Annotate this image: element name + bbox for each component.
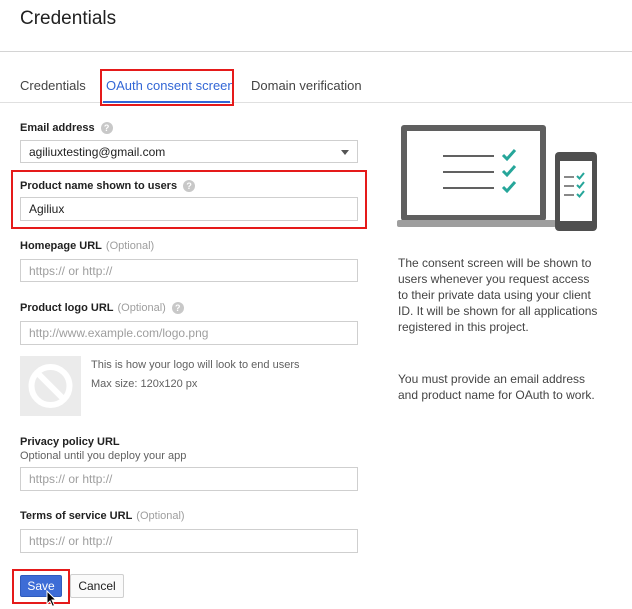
mouse-pointer-icon bbox=[46, 590, 58, 608]
tabs-divider bbox=[0, 102, 632, 103]
consent-screen-illustration bbox=[397, 125, 597, 231]
help-circle-icon[interactable]: ? bbox=[171, 302, 184, 315]
tab-highlight-box bbox=[100, 69, 234, 106]
logo-url-placeholder: http://www.example.com/logo.png bbox=[29, 326, 209, 340]
privacy-placeholder: https:// or http:// bbox=[29, 472, 113, 486]
title-divider bbox=[0, 51, 632, 52]
tab-domain-verification[interactable]: Domain verification bbox=[251, 78, 362, 93]
logo-url-label: Product logo URL (Optional)? bbox=[20, 302, 184, 315]
logo-max-size: Max size: 120x120 px bbox=[91, 378, 198, 390]
email-select[interactable]: agiliuxtesting@gmail.com bbox=[20, 140, 358, 163]
no-image-icon bbox=[28, 364, 73, 408]
tab-credentials[interactable]: Credentials bbox=[20, 78, 86, 93]
logo-preview bbox=[20, 356, 81, 416]
product-name-input[interactable]: Agiliux bbox=[20, 197, 358, 221]
page-title: Credentials bbox=[20, 8, 117, 29]
terms-placeholder: https:// or http:// bbox=[29, 534, 113, 548]
homepage-placeholder: https:// or http:// bbox=[29, 263, 113, 278]
logo-url-label-text: Product logo URL bbox=[20, 302, 114, 314]
homepage-label-text: Homepage URL bbox=[20, 240, 102, 252]
privacy-input[interactable]: https:// or http:// bbox=[20, 467, 358, 491]
terms-label-text: Terms of service URL bbox=[20, 510, 133, 522]
product-name-label-text: Product name shown to users bbox=[20, 180, 178, 192]
help-circle-icon[interactable]: ? bbox=[183, 180, 196, 193]
consent-info-paragraph: The consent screen will be shown to user… bbox=[398, 256, 598, 334]
help-circle-icon[interactable]: ? bbox=[100, 122, 113, 135]
logo-preview-text: This is how your logo will look to end u… bbox=[91, 359, 300, 371]
chevron-down-icon bbox=[341, 150, 349, 155]
product-name-label: Product name shown to users? bbox=[20, 180, 196, 193]
homepage-input[interactable]: https:// or http:// bbox=[20, 259, 358, 282]
terms-optional-note: (Optional) bbox=[136, 510, 185, 522]
email-label-text: Email address bbox=[20, 122, 95, 134]
email-label: Email address? bbox=[20, 122, 113, 135]
terms-input[interactable]: https:// or http:// bbox=[20, 529, 358, 553]
privacy-hint: Optional until you deploy your app bbox=[20, 450, 187, 462]
oauth-requirement-paragraph: You must provide an email address and pr… bbox=[398, 372, 595, 402]
terms-label: Terms of service URL (Optional) bbox=[20, 510, 185, 522]
cancel-button[interactable]: Cancel bbox=[70, 574, 124, 598]
logo-url-input[interactable]: http://www.example.com/logo.png bbox=[20, 321, 358, 345]
homepage-label: Homepage URL (Optional) bbox=[20, 240, 154, 252]
product-name-value: Agiliux bbox=[29, 202, 65, 216]
privacy-label: Privacy policy URL bbox=[20, 436, 120, 448]
logo-url-optional-note: (Optional) bbox=[117, 302, 166, 314]
homepage-optional-note: (Optional) bbox=[105, 240, 155, 252]
email-select-value: agiliuxtesting@gmail.com bbox=[29, 144, 166, 159]
